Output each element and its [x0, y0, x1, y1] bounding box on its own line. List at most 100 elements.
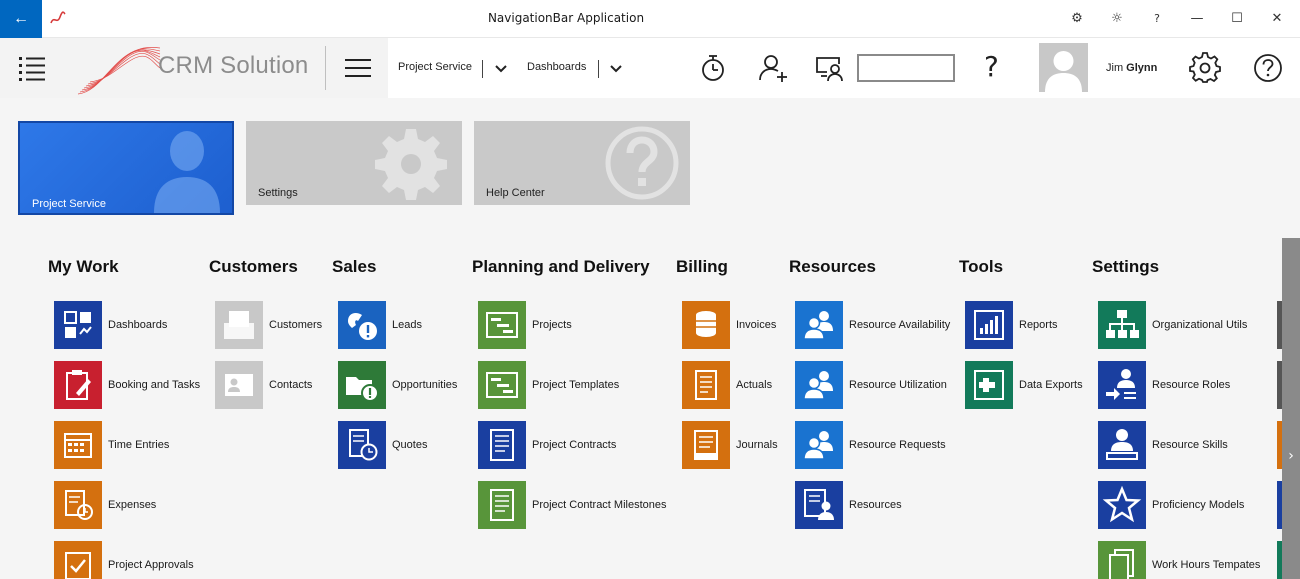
nav-item-label: Quotes — [392, 439, 428, 451]
nav-item-label: Leads — [392, 319, 422, 331]
contact-card-icon — [215, 361, 263, 409]
nav-item-resource-skills[interactable]: Resource Skills — [1098, 421, 1300, 469]
tile-help-center[interactable]: Help Center — [474, 121, 690, 205]
nav-item-label: Project Approvals — [108, 559, 194, 571]
journal-icon — [682, 421, 730, 469]
group-heading: Sales — [332, 257, 377, 276]
nav-item-label: Project Templates — [532, 379, 620, 391]
nav-item-label: Projects — [532, 319, 572, 331]
help-question-icon[interactable]: ? — [984, 50, 999, 83]
nav-item-label: Dashboards — [108, 319, 168, 331]
nav-item-label: Data Exports — [1019, 379, 1083, 391]
nav-item-label: Work Hours Tempates — [1152, 559, 1261, 571]
navigation-bar: CRM Solution Project Service Dashboards … — [0, 38, 1300, 98]
add-user-icon[interactable] — [757, 52, 789, 84]
nav-item-label: Resource Skills — [1152, 439, 1228, 451]
tile-label: Settings — [258, 187, 298, 199]
invoice-coins-icon — [682, 301, 730, 349]
user-silhouette-icon — [1045, 51, 1082, 92]
report-chart-icon — [965, 301, 1013, 349]
nav-item-label: Project Contracts — [532, 439, 617, 451]
list-menu-icon[interactable] — [18, 54, 46, 82]
nav-item-proficiency-models[interactable]: Proficiency Models — [1098, 481, 1300, 529]
maximize-button[interactable]: ☐ — [1224, 6, 1250, 32]
scroll-right-icon[interactable]: › — [1284, 446, 1298, 466]
nav-item-resources[interactable]: Resources — [795, 481, 1035, 529]
menu-dashboards[interactable]: Dashboards — [527, 61, 586, 73]
vertical-scrollbar[interactable] — [1282, 238, 1300, 579]
star-icon — [1098, 481, 1146, 529]
nav-item-label: Proficiency Models — [1152, 499, 1245, 511]
logo-text: CRM Solution — [158, 52, 309, 79]
expense-clock-icon — [54, 481, 102, 529]
avatar[interactable] — [1039, 43, 1088, 92]
logo-divider — [325, 46, 326, 90]
nav-item-label: Organizational Utils — [1152, 319, 1248, 331]
tile-settings[interactable]: Settings — [246, 121, 462, 205]
nav-item-label: Resource Utilization — [849, 379, 947, 391]
settings-gear-icon[interactable] — [1189, 52, 1221, 84]
gear-icon — [375, 129, 447, 200]
nav-item-label: Actuals — [736, 379, 773, 391]
nav-item-label: Reports — [1019, 319, 1058, 331]
help-circle-icon[interactable] — [1252, 52, 1284, 84]
hamburger-menu-icon[interactable] — [344, 58, 372, 78]
window-title: NavigationBar Application — [487, 11, 645, 25]
chevron-down-icon[interactable] — [608, 60, 624, 76]
tile-label: Project Service — [32, 198, 106, 210]
group-heading: Customers — [209, 257, 298, 276]
nav-item-label: Time Entries — [108, 439, 170, 451]
nav-item-expenses[interactable]: Expenses — [54, 481, 294, 529]
tile-project-service[interactable]: Project Service — [18, 121, 234, 215]
stopwatch-icon[interactable] — [697, 52, 729, 84]
nav-item-label: Opportunities — [392, 379, 458, 391]
project-template-icon — [478, 361, 526, 409]
maximize-icon: ☐ — [1231, 11, 1243, 26]
group-heading: Settings — [1092, 257, 1160, 276]
customer-card-icon — [215, 301, 263, 349]
group-heading: Tools — [959, 257, 1004, 276]
group-heading: Resources — [789, 257, 876, 276]
nav-item-project-approvals[interactable]: Project Approvals — [54, 541, 294, 579]
menu-separator — [482, 60, 483, 78]
milestone-document-icon — [478, 481, 526, 529]
folder-alert-icon — [338, 361, 386, 409]
nav-item-resource-requests[interactable]: Resource Requests — [795, 421, 1035, 469]
nav-item-organizational-utils[interactable]: Organizational Utils — [1098, 301, 1300, 349]
org-chart-icon — [1098, 301, 1146, 349]
sun-icon: ☼ — [1111, 11, 1123, 26]
template-pages-icon — [1098, 541, 1146, 579]
close-icon: ✕ — [1271, 11, 1283, 26]
nav-item-label: Expenses — [108, 499, 157, 511]
tile-label: Help Center — [486, 187, 545, 199]
nav-item-label: Resource Availability — [849, 319, 951, 331]
nav-item-project-contract-milestones[interactable]: Project Contract Milestones — [478, 481, 718, 529]
close-button[interactable]: ✕ — [1264, 6, 1290, 32]
document-clock-icon — [338, 421, 386, 469]
screen-user-icon[interactable] — [813, 52, 845, 84]
nav-item-work-hours-tempates[interactable]: Work Hours Tempates — [1098, 541, 1300, 579]
phone-alert-icon — [338, 301, 386, 349]
theme-button[interactable]: ☼ — [1104, 6, 1130, 32]
question-icon — [605, 126, 679, 200]
contract-document-icon — [478, 421, 526, 469]
nav-item-resource-roles[interactable]: Resource Roles — [1098, 361, 1300, 409]
window-help-button[interactable]: ? — [1144, 6, 1170, 32]
search-input[interactable] — [857, 54, 955, 82]
dashboard-icon — [54, 301, 102, 349]
resource-list-icon — [795, 481, 843, 529]
window-settings-button[interactable]: ⚙ — [1064, 6, 1090, 32]
user-name: Jim Glynn — [1106, 62, 1157, 74]
nav-item-label: Resources — [849, 499, 902, 511]
nav-item-time-entries[interactable]: Time Entries — [54, 421, 294, 469]
nav-item-label: Journals — [736, 439, 778, 451]
question-icon: ? — [1154, 12, 1160, 25]
actuals-document-icon — [682, 361, 730, 409]
nav-item-label: Contacts — [269, 379, 313, 391]
nav-item-label: Project Contract Milestones — [532, 499, 667, 511]
people-icon — [795, 361, 843, 409]
menu-project-service[interactable]: Project Service — [398, 61, 472, 73]
menu-separator — [598, 60, 599, 78]
minimize-button[interactable]: — — [1184, 6, 1210, 32]
chevron-down-icon[interactable] — [493, 60, 509, 76]
